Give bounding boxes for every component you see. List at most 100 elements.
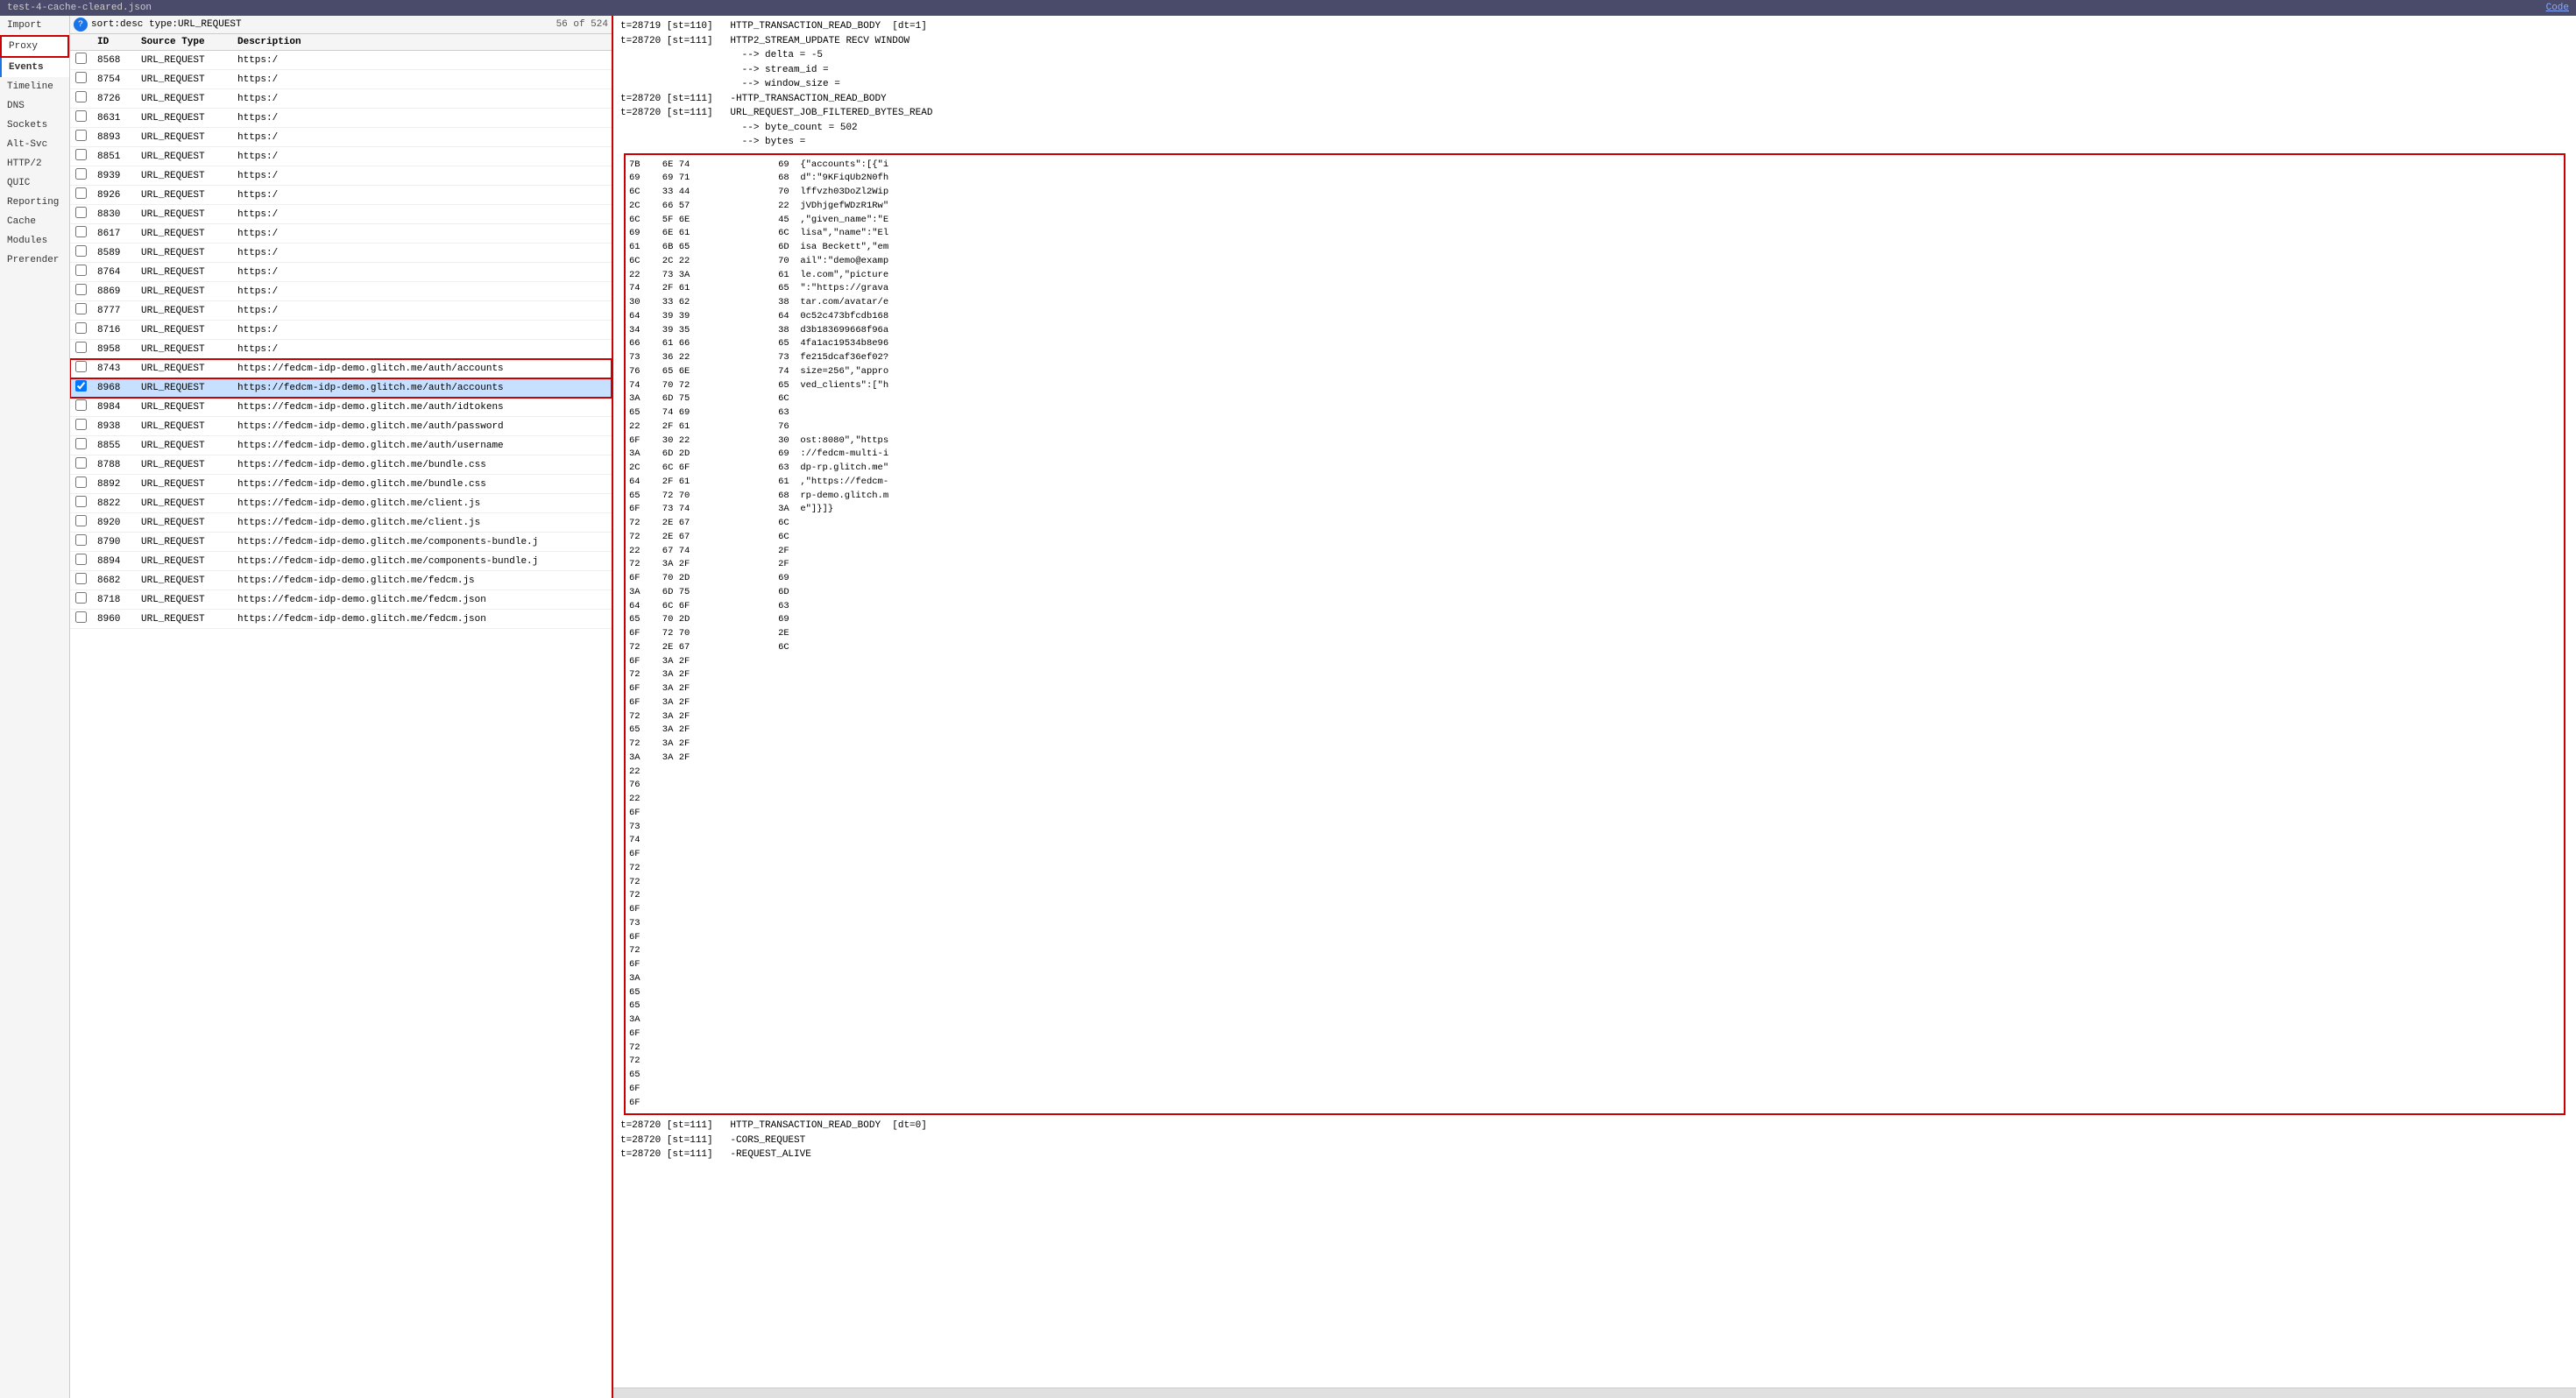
table-row[interactable]: 8589URL_REQUESThttps:/	[70, 244, 612, 263]
row-checkbox[interactable]	[75, 72, 87, 83]
sidebar-item-http2[interactable]: HTTP/2	[0, 154, 69, 173]
sidebar-item-events[interactable]: Events	[0, 58, 69, 77]
main-layout: ImportProxyEventsTimelineDNSSocketsAlt-S…	[0, 16, 2576, 1398]
table-row[interactable]: 8790URL_REQUESThttps://fedcm-idp-demo.gl…	[70, 533, 612, 552]
row-checkbox[interactable]	[75, 284, 87, 295]
table-row[interactable]: 8926URL_REQUESThttps:/	[70, 186, 612, 205]
row-checkbox[interactable]	[75, 303, 87, 314]
row-checkbox[interactable]	[75, 342, 87, 353]
row-checkbox[interactable]	[75, 496, 87, 507]
table-row[interactable]: 8984URL_REQUESThttps://fedcm-idp-demo.gl…	[70, 398, 612, 417]
table-row[interactable]: 8958URL_REQUESThttps:/	[70, 340, 612, 359]
sidebar-item-dns[interactable]: DNS	[0, 96, 69, 116]
row-checkbox[interactable]	[75, 110, 87, 122]
hex-content: 7B 6E 74 69 {"accounts":[{"i 69 69 71 68…	[629, 159, 2560, 1111]
table-row[interactable]: 8617URL_REQUESThttps:/	[70, 224, 612, 244]
table-row[interactable]: 8939URL_REQUESThttps:/	[70, 166, 612, 186]
cell-description: https:/	[232, 340, 612, 359]
horizontal-scrollbar[interactable]	[613, 1387, 2576, 1398]
row-checkbox[interactable]	[75, 226, 87, 237]
row-checkbox[interactable]	[75, 168, 87, 180]
cell-id: 8777	[92, 301, 136, 321]
cell-source-type: URL_REQUEST	[136, 224, 232, 244]
row-checkbox[interactable]	[75, 380, 87, 392]
table-row[interactable]: 8743URL_REQUESThttps://fedcm-idp-demo.gl…	[70, 359, 612, 378]
row-checkbox[interactable]	[75, 399, 87, 411]
row-checkbox[interactable]	[75, 592, 87, 604]
sidebar-item-alt-svc[interactable]: Alt-Svc	[0, 135, 69, 154]
table-row[interactable]: 8718URL_REQUESThttps://fedcm-idp-demo.gl…	[70, 590, 612, 610]
sidebar-item-sockets[interactable]: Sockets	[0, 116, 69, 135]
row-checkbox[interactable]	[75, 477, 87, 488]
code-link[interactable]: Code	[2546, 3, 2569, 13]
table-row[interactable]: 8855URL_REQUESThttps://fedcm-idp-demo.gl…	[70, 436, 612, 455]
left-panel: ? 56 of 524 ID Source Type Description 8…	[70, 16, 613, 1398]
sidebar-item-quic[interactable]: QUIC	[0, 173, 69, 193]
row-checkbox[interactable]	[75, 207, 87, 218]
bottom-detail-line: t=28720 [st=111] HTTP_TRANSACTION_READ_B…	[620, 1119, 2569, 1133]
sidebar-item-proxy[interactable]: Proxy	[0, 35, 69, 58]
row-checkbox[interactable]	[75, 91, 87, 102]
events-table[interactable]: ID Source Type Description 8568URL_REQUE…	[70, 34, 612, 1398]
cell-description: https:/	[232, 166, 612, 186]
table-row[interactable]: 8968URL_REQUESThttps://fedcm-idp-demo.gl…	[70, 378, 612, 398]
cell-source-type: URL_REQUEST	[136, 109, 232, 128]
table-row[interactable]: 8764URL_REQUESThttps:/	[70, 263, 612, 282]
right-panel: t=28719 [st=110] HTTP_TRANSACTION_READ_B…	[613, 16, 2576, 1398]
row-checkbox[interactable]	[75, 554, 87, 565]
row-checkbox[interactable]	[75, 534, 87, 546]
table-row[interactable]: 8938URL_REQUESThttps://fedcm-idp-demo.gl…	[70, 417, 612, 436]
help-button[interactable]: ?	[74, 18, 88, 32]
table-row[interactable]: 8892URL_REQUESThttps://fedcm-idp-demo.gl…	[70, 475, 612, 494]
cell-source-type: URL_REQUEST	[136, 455, 232, 475]
table-row[interactable]: 8754URL_REQUESThttps:/	[70, 70, 612, 89]
table-row[interactable]: 8960URL_REQUESThttps://fedcm-idp-demo.gl…	[70, 610, 612, 629]
table-row[interactable]: 8777URL_REQUESThttps:/	[70, 301, 612, 321]
table-row[interactable]: 8568URL_REQUESThttps:/	[70, 51, 612, 70]
table-row[interactable]: 8920URL_REQUESThttps://fedcm-idp-demo.gl…	[70, 513, 612, 533]
detail-content[interactable]: t=28719 [st=110] HTTP_TRANSACTION_READ_B…	[613, 16, 2576, 1387]
row-checkbox[interactable]	[75, 361, 87, 372]
table-row[interactable]: 8869URL_REQUESThttps:/	[70, 282, 612, 301]
row-checkbox[interactable]	[75, 245, 87, 257]
row-checkbox[interactable]	[75, 438, 87, 449]
cell-id: 8960	[92, 610, 136, 629]
row-checkbox[interactable]	[75, 322, 87, 334]
table-row[interactable]: 8851URL_REQUESThttps:/	[70, 147, 612, 166]
table-row[interactable]: 8631URL_REQUESThttps:/	[70, 109, 612, 128]
table-row[interactable]: 8830URL_REQUESThttps:/	[70, 205, 612, 224]
sidebar-item-reporting[interactable]: Reporting	[0, 193, 69, 212]
table-row[interactable]: 8716URL_REQUESThttps:/	[70, 321, 612, 340]
cell-source-type: URL_REQUEST	[136, 128, 232, 147]
sidebar-item-prerender[interactable]: Prerender	[0, 251, 69, 270]
row-checkbox[interactable]	[75, 130, 87, 141]
row-checkbox[interactable]	[75, 611, 87, 623]
table-row[interactable]: 8894URL_REQUESThttps://fedcm-idp-demo.gl…	[70, 552, 612, 571]
detail-line: --> stream_id =	[620, 63, 2569, 78]
cell-description: https://fedcm-idp-demo.glitch.me/compone…	[232, 552, 612, 571]
table-row[interactable]: 8822URL_REQUESThttps://fedcm-idp-demo.gl…	[70, 494, 612, 513]
row-checkbox[interactable]	[75, 515, 87, 526]
row-checkbox[interactable]	[75, 187, 87, 199]
table-row[interactable]: 8788URL_REQUESThttps://fedcm-idp-demo.gl…	[70, 455, 612, 475]
row-checkbox[interactable]	[75, 573, 87, 584]
sidebar-item-cache[interactable]: Cache	[0, 212, 69, 231]
cell-description: https:/	[232, 89, 612, 109]
cell-description: https://fedcm-idp-demo.glitch.me/compone…	[232, 533, 612, 552]
row-checkbox[interactable]	[75, 419, 87, 430]
sidebar-item-modules[interactable]: Modules	[0, 231, 69, 251]
table-row[interactable]: 8726URL_REQUESThttps:/	[70, 89, 612, 109]
cell-description: https:/	[232, 51, 612, 70]
sidebar-item-import[interactable]: Import	[0, 16, 69, 35]
row-checkbox[interactable]	[75, 457, 87, 469]
hex-header-line: t=28720 [st=111] URL_REQUEST_JOB_FILTERE…	[620, 106, 2569, 121]
filter-input[interactable]	[91, 19, 553, 30]
table-row[interactable]: 8682URL_REQUESThttps://fedcm-idp-demo.gl…	[70, 571, 612, 590]
cell-id: 8939	[92, 166, 136, 186]
row-checkbox[interactable]	[75, 149, 87, 160]
cell-source-type: URL_REQUEST	[136, 321, 232, 340]
row-checkbox[interactable]	[75, 265, 87, 276]
row-checkbox[interactable]	[75, 53, 87, 64]
table-row[interactable]: 8893URL_REQUESThttps:/	[70, 128, 612, 147]
sidebar-item-timeline[interactable]: Timeline	[0, 77, 69, 96]
